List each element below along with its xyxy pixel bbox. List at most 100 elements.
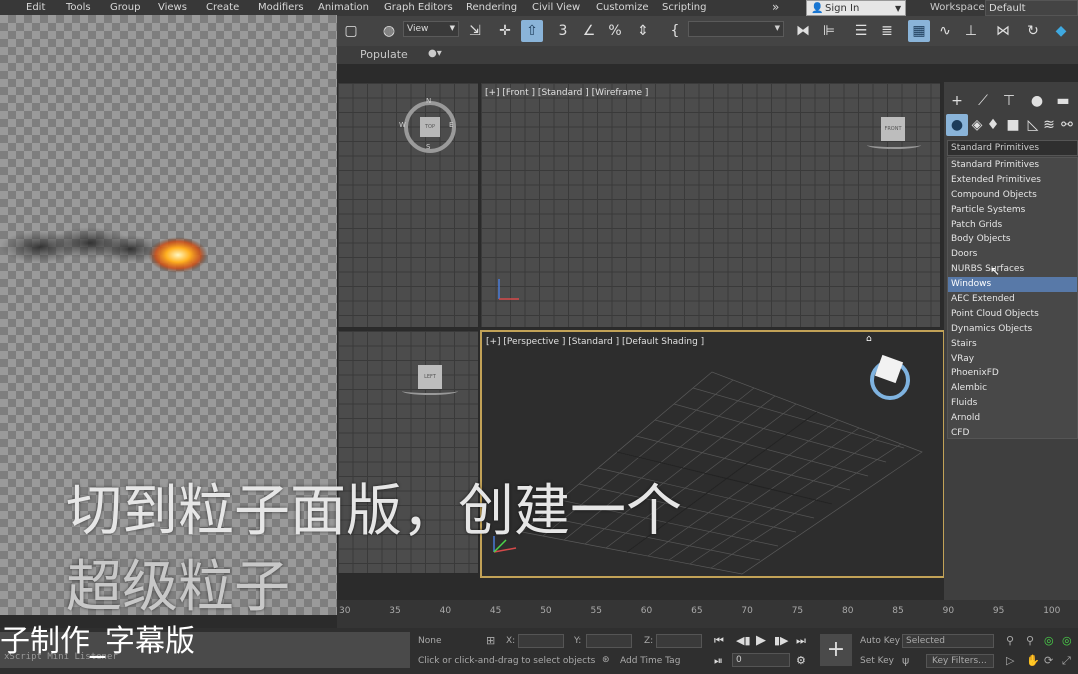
schematic-view-icon[interactable]: ⊥ (960, 20, 982, 42)
orbit-icon[interactable]: ⟳ (1044, 654, 1053, 667)
current-frame-field[interactable]: 0 (732, 653, 790, 667)
add-time-tag[interactable]: Add Time Tag (620, 656, 680, 666)
align-icon[interactable]: ⊫ (818, 20, 840, 42)
menu-more-icon[interactable]: » (772, 0, 779, 14)
object-category-item[interactable]: PhoenixFD (948, 366, 1077, 381)
menu-group[interactable]: Group (110, 2, 140, 13)
sign-in-button[interactable]: 👤 Sign In ▼ (806, 0, 906, 16)
menu-civil-view[interactable]: Civil View (532, 2, 580, 13)
object-category-dropdown[interactable]: Standard Primitives (947, 140, 1078, 156)
viewcube-compass[interactable]: TOP N S W E (399, 97, 456, 153)
object-category-item[interactable]: Alembic (948, 381, 1077, 396)
menu-create[interactable]: Create (206, 2, 239, 13)
key-filter-icon[interactable]: ψ (902, 654, 909, 667)
goto-end-icon[interactable]: ⏭ (796, 634, 806, 648)
select-object-icon[interactable]: ▢ (340, 20, 362, 42)
set-key-big-button[interactable]: + (820, 634, 852, 666)
ribbon-options-icon[interactable]: ●▾ (428, 48, 442, 59)
lock-selection-icon[interactable]: ⊞ (486, 634, 495, 647)
viewport-top[interactable]: TOP N S W E (337, 82, 479, 328)
x-coordinate-field[interactable] (518, 634, 564, 648)
set-key-button[interactable]: Set Key (860, 656, 894, 666)
workspace-dropdown[interactable]: Default (985, 0, 1078, 16)
select-place-icon[interactable]: ⇧ (521, 20, 543, 42)
zoom-icon[interactable]: ⚲ (1006, 634, 1014, 647)
menu-rendering[interactable]: Rendering (466, 2, 517, 13)
menu-animation[interactable]: Animation (318, 2, 369, 13)
menu-views[interactable]: Views (158, 2, 187, 13)
render-setup-icon[interactable]: ↻ (1022, 20, 1044, 42)
menu-modifiers[interactable]: Modifiers (258, 2, 304, 13)
zoom-all-icon[interactable]: ⚲ (1026, 634, 1034, 647)
play-icon[interactable]: ▶ (756, 633, 766, 648)
mirror-icon[interactable]: ⧓ (792, 20, 814, 42)
material-editor-icon[interactable]: ⋈ (992, 20, 1014, 42)
move-icon[interactable]: ✛ (494, 20, 516, 42)
selection-key-dropdown[interactable]: Selected (902, 634, 994, 648)
home-icon[interactable]: ⌂ (866, 334, 872, 344)
viewport-front-label[interactable]: [+] [Front ] [Standard ] [Wireframe ] (485, 88, 648, 98)
z-coordinate-field[interactable] (656, 634, 702, 648)
viewcube-top[interactable]: TOP (420, 117, 440, 137)
prev-frame-icon[interactable]: ◀▮ (736, 634, 751, 647)
motion-tab-icon[interactable]: ● (1026, 90, 1048, 112)
menu-edit[interactable]: Edit (26, 2, 45, 13)
cameras-icon[interactable]: ■ (1002, 114, 1024, 136)
zoom-extents-icon[interactable]: ◎ (1044, 634, 1054, 647)
auto-key-button[interactable]: Auto Key (860, 636, 900, 646)
reference-coord-dropdown[interactable]: View ▼ (403, 21, 459, 37)
object-category-item[interactable]: Windows (948, 277, 1077, 293)
object-category-item[interactable]: CFD (948, 426, 1077, 441)
menu-scripting[interactable]: Scripting (662, 2, 706, 13)
key-mode-icon[interactable]: ⏯ (714, 654, 723, 668)
select-region-icon[interactable]: ◍ (378, 20, 400, 42)
select-move-icon[interactable]: ⇲ (464, 20, 486, 42)
render-frame-icon[interactable]: ◆ (1050, 20, 1072, 42)
modify-tab-icon[interactable]: ⟋ (972, 90, 994, 112)
systems-icon[interactable]: ⚯ (1056, 114, 1078, 136)
fov-icon[interactable]: ▷ (1006, 654, 1014, 667)
scene-explorer-icon[interactable]: ☰ (850, 20, 872, 42)
object-category-item[interactable]: AEC Extended (948, 292, 1077, 307)
object-category-item[interactable]: NURBS Surfaces (948, 262, 1077, 277)
menu-graph-editors[interactable]: Graph Editors (384, 2, 453, 13)
object-category-item[interactable]: Arnold (948, 411, 1077, 426)
object-category-item[interactable]: Particle Systems (948, 203, 1077, 218)
angle-snap-icon[interactable]: ∠ (578, 20, 600, 42)
lights-icon[interactable]: ♦ (982, 114, 1004, 136)
maximize-viewport-icon[interactable]: ⤢ (1062, 654, 1071, 668)
y-coordinate-field[interactable] (586, 634, 632, 648)
selection-set-dropdown[interactable]: ▼ (688, 21, 784, 37)
object-category-item[interactable]: Fluids (948, 396, 1077, 411)
object-category-item[interactable]: Body Objects (948, 232, 1077, 247)
viewcube-front[interactable]: FRONT (881, 117, 905, 141)
object-category-item[interactable]: Doors (948, 247, 1077, 262)
tab-populate[interactable]: Populate (360, 48, 408, 61)
ribbon-toggle-icon[interactable]: ▦ (908, 20, 930, 42)
timeline[interactable]: 30 35 40 45 50 55 60 65 70 75 80 85 90 95 100 (337, 600, 1078, 628)
object-category-item[interactable]: Standard Primitives (948, 158, 1077, 173)
time-config-icon[interactable]: ⚙ (796, 654, 806, 667)
next-frame-icon[interactable]: ▮▶ (774, 634, 789, 647)
pan-icon[interactable]: ✋ (1026, 654, 1040, 667)
goto-start-icon[interactable]: ⏮ (714, 634, 724, 648)
snap-toggle-icon[interactable]: 3 (552, 20, 574, 42)
layer-explorer-icon[interactable]: ≣ (876, 20, 898, 42)
named-selection-icon[interactable]: { (664, 20, 686, 42)
geometry-icon[interactable]: ● (946, 114, 968, 136)
hierarchy-tab-icon[interactable]: ⊤ (998, 90, 1020, 112)
object-category-item[interactable]: Patch Grids (948, 218, 1077, 233)
object-category-item[interactable]: Point Cloud Objects (948, 307, 1077, 322)
percent-snap-icon[interactable]: % (604, 20, 626, 42)
object-category-item[interactable]: VRay (948, 352, 1077, 367)
object-category-item[interactable]: Stairs (948, 337, 1077, 352)
spinner-snap-icon[interactable]: ⇕ (632, 20, 654, 42)
display-tab-icon[interactable]: ▬ (1052, 90, 1074, 112)
zoom-extents-all-icon[interactable]: ◎ (1062, 634, 1072, 647)
curve-editor-icon[interactable]: ∿ (934, 20, 956, 42)
viewcube-left[interactable]: LEFT (418, 365, 442, 389)
menu-tools[interactable]: Tools (66, 2, 91, 13)
object-category-item[interactable]: Dynamics Objects (948, 322, 1077, 337)
object-category-item[interactable]: Extended Primitives (948, 173, 1077, 188)
object-category-item[interactable]: Compound Objects (948, 188, 1077, 203)
